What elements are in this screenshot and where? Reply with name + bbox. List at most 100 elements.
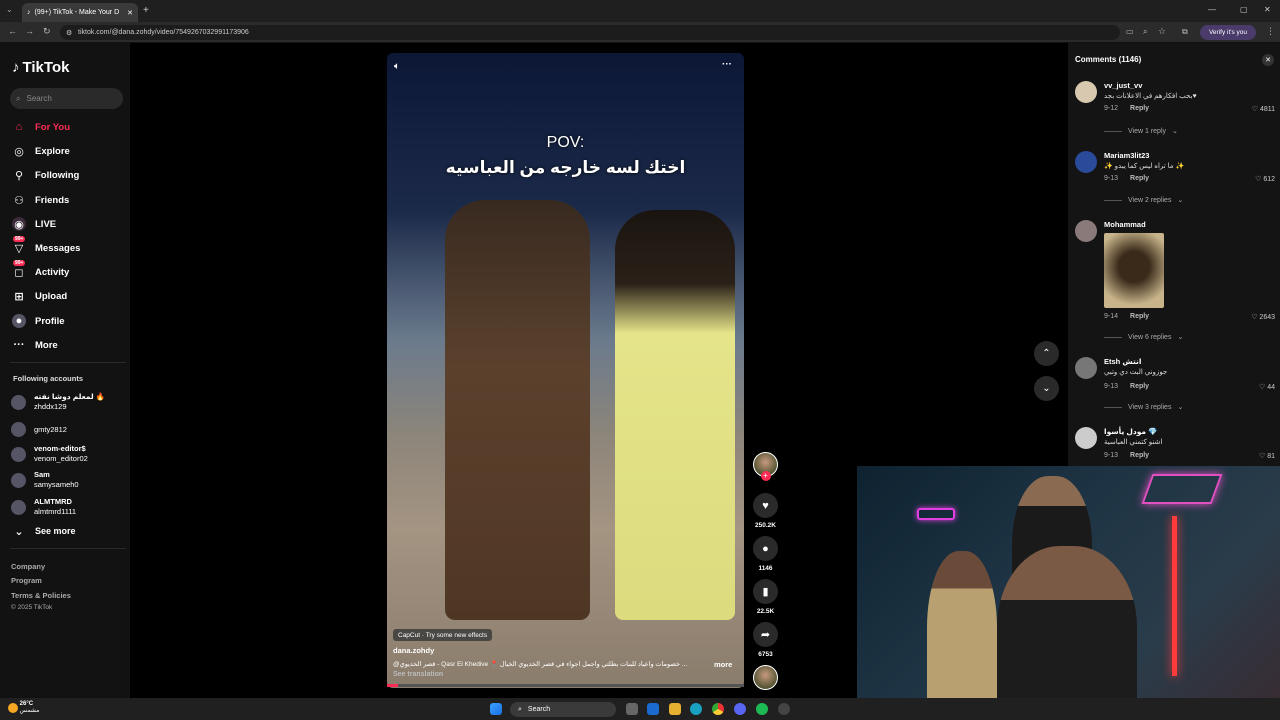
account-item[interactable]: venom-editor$ venom_editor02 <box>11 444 88 464</box>
comment-like-button[interactable]: ♡ 44 <box>1259 383 1275 391</box>
video-options-icon[interactable]: ··· <box>722 59 732 70</box>
reply-button[interactable]: Reply <box>1130 313 1149 320</box>
nav-for-you[interactable]: ⌂ For You <box>12 120 70 134</box>
minimize-icon[interactable]: — <box>1208 5 1216 14</box>
comment-image[interactable] <box>1104 233 1164 308</box>
verify-button[interactable]: Verify it's you <box>1200 25 1256 40</box>
tiktok-favicon-icon: ♪ <box>27 9 31 16</box>
nav-activity[interactable]: ◻ 99+ Activity <box>12 260 69 279</box>
avatar[interactable] <box>1075 151 1097 173</box>
weather-widget[interactable]: 26°C مشمس <box>8 701 39 715</box>
close-window-icon[interactable]: ✕ <box>1264 5 1271 14</box>
browser-tab[interactable]: ♪ (99+) TikTok - Make Your D ✕ <box>22 3 138 22</box>
save-button[interactable]: ▮ 22.5K <box>752 579 779 615</box>
site-info-icon[interactable]: ⚙ <box>66 29 72 37</box>
description-more-link[interactable]: more <box>714 660 732 669</box>
browser-menu-icon[interactable]: ⋮ <box>1266 26 1275 37</box>
nav-more[interactable]: ··· More <box>12 338 58 352</box>
task-view-icon[interactable] <box>626 703 638 715</box>
discord-icon[interactable] <box>734 703 746 715</box>
like-button[interactable]: ♥ 250.2K <box>752 493 779 529</box>
account-item[interactable]: ALMTMRD almtmrd1111 <box>11 497 76 517</box>
reply-button[interactable]: Reply <box>1130 452 1149 459</box>
reload-icon[interactable]: ↻ <box>43 26 51 37</box>
account-item[interactable]: Sam samysameh0 <box>11 470 79 490</box>
settings-icon[interactable] <box>778 703 790 715</box>
account-item[interactable]: gmty2812 <box>11 422 67 437</box>
see-more-link[interactable]: ⌄ See more <box>12 524 75 538</box>
nav-upload[interactable]: ⊞ Upload <box>12 289 67 303</box>
taskbar-search[interactable]: ⌕ Search <box>510 702 616 717</box>
spotify-icon[interactable] <box>756 703 768 715</box>
avatar[interactable] <box>1075 357 1097 379</box>
follow-plus-icon[interactable]: + <box>760 471 771 481</box>
chrome-icon[interactable] <box>712 703 724 715</box>
reply-button[interactable]: Reply <box>1130 175 1149 182</box>
comment-like-button[interactable]: ♡ 4811 <box>1252 105 1275 113</box>
extensions-icon[interactable]: ⧉ <box>1182 27 1188 37</box>
comment-like-button[interactable]: ♡ 2643 <box>1251 313 1275 321</box>
video-author[interactable]: dana.zohdy <box>393 646 434 655</box>
video-progress-bar[interactable] <box>387 684 744 687</box>
comment-item: مودل يأسوا 💎 اشنو كتمني العباسية 9-13 Rep… <box>1075 427 1275 465</box>
nav-following[interactable]: ⚲ Following <box>12 168 79 182</box>
next-video-button[interactable]: ⌄ <box>1034 376 1059 401</box>
nav-live[interactable]: ◉ LIVE <box>12 217 56 231</box>
footer-program-link[interactable]: Program <box>11 576 42 585</box>
footer-company-link[interactable]: Company <box>11 562 45 571</box>
footer-terms-link[interactable]: Terms & Policies <box>11 591 71 600</box>
avatar[interactable] <box>1075 220 1097 242</box>
nav-friends[interactable]: ⚇ Friends <box>12 193 69 207</box>
bookmark-star-icon[interactable]: ☆ <box>1158 26 1166 37</box>
creator-avatar-button[interactable]: + <box>752 452 779 481</box>
view-replies-button[interactable]: View 1 reply ⌄ <box>1104 127 1178 135</box>
view-replies-button[interactable]: View 2 replies ⌄ <box>1104 196 1183 204</box>
maximize-icon[interactable]: ▢ <box>1240 5 1248 14</box>
nav-profile[interactable]: ● Profile <box>12 314 65 328</box>
url-input[interactable]: ⚙ tiktok.com/@dana.zohdy/video/754926703… <box>60 25 1120 40</box>
back-icon[interactable]: ← <box>8 26 17 36</box>
new-tab-icon[interactable]: + <box>143 5 149 16</box>
activity-icon: ◻ 99+ <box>13 260 26 279</box>
account-item[interactable]: لمعلم دوشا نفته 🔥 zhddx129 <box>11 392 105 412</box>
friends-icon: ⚇ <box>14 194 24 207</box>
reply-button[interactable]: Reply <box>1130 105 1149 112</box>
zoom-icon[interactable]: ⌕ <box>1143 27 1147 37</box>
search-icon: ⌕ <box>16 93 21 103</box>
capcut-tag[interactable]: CapCut · Try some new effects <box>393 629 493 641</box>
comment-like-button[interactable]: ♡ 81 <box>1259 452 1275 460</box>
share-button[interactable]: ➦ 6753 <box>752 622 779 658</box>
edge-icon[interactable] <box>690 703 702 715</box>
nav-messages[interactable]: ▽ 99+ Messages <box>12 236 80 255</box>
cast-icon[interactable]: ▭ <box>1126 27 1134 36</box>
tiktok-logo[interactable]: ♪ TikTok <box>12 59 69 76</box>
avatar[interactable] <box>1075 427 1097 449</box>
avatar[interactable] <box>1075 81 1097 103</box>
outlook-icon[interactable] <box>647 703 659 715</box>
volume-icon[interactable]: 🔈︎ <box>394 61 400 72</box>
video-person-left <box>445 200 590 620</box>
comment-item: Mariam3lit23 ✨ ما تراه ليس كما يبدو ✨ 9-… <box>1075 151 1275 206</box>
view-replies-button[interactable]: View 3 replies ⌄ <box>1104 403 1183 411</box>
comment-button[interactable]: ● 1146 <box>752 536 779 572</box>
sound-disc-button[interactable] <box>752 665 779 690</box>
comment-item: Etsh انتش جوزوني البت دي وتبي 9-13 Reply … <box>1075 357 1275 414</box>
forward-icon[interactable]: → <box>25 26 34 36</box>
windows-start-icon[interactable] <box>490 703 502 715</box>
video-overlay-caption: اختك لسه خارجه من العباسيه <box>445 158 686 177</box>
chevron-down-icon: ⌄ <box>14 525 24 538</box>
close-comments-icon[interactable]: ✕ <box>1262 54 1274 66</box>
avatar <box>11 422 26 437</box>
reply-button[interactable]: Reply <box>1130 383 1149 390</box>
see-translation-link[interactable]: See translation <box>393 671 443 678</box>
file-explorer-icon[interactable] <box>669 703 681 715</box>
view-replies-button[interactable]: View 6 replies ⌄ <box>1104 333 1183 341</box>
tab-close-icon[interactable]: ✕ <box>127 9 133 17</box>
comment-like-button[interactable]: ♡ 612 <box>1255 175 1275 183</box>
search-input[interactable]: ⌕ Search <box>10 88 123 109</box>
previous-video-button[interactable]: ⌃ <box>1034 341 1059 366</box>
nav-explore[interactable]: ◎ Explore <box>12 144 70 158</box>
video-progress-fill <box>387 684 398 687</box>
tab-list-icon[interactable]: ⌄ <box>6 5 13 14</box>
person-icon: ⚲ <box>14 169 24 182</box>
